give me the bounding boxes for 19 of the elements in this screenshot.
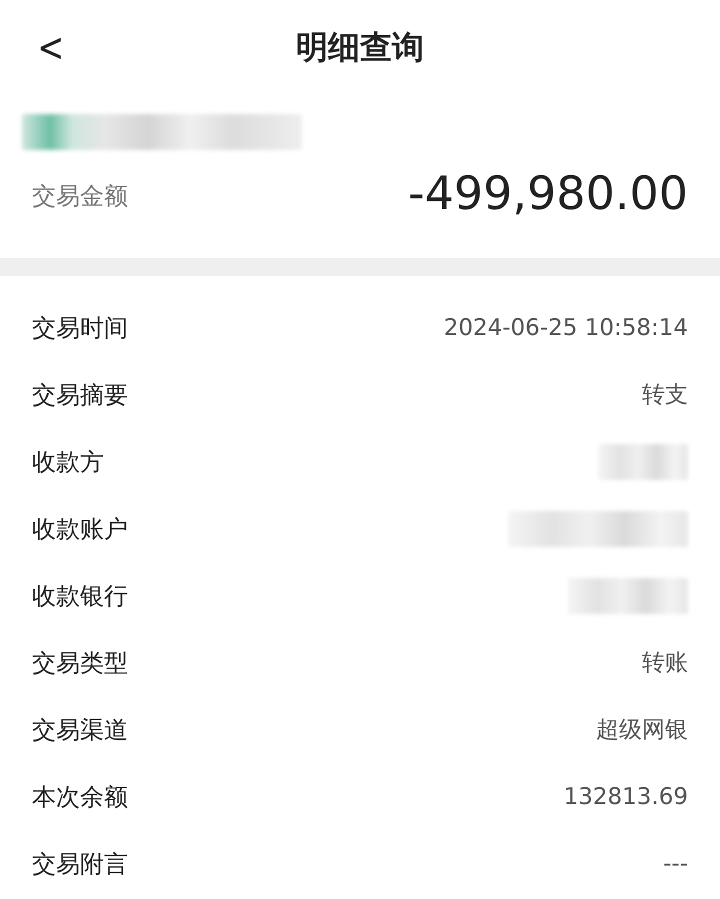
detail-label: 交易摘要 (32, 380, 128, 410)
back-button[interactable]: < (32, 26, 69, 70)
detail-label: 收款账户 (32, 514, 128, 544)
detail-value: 转支 (642, 381, 688, 410)
detail-value: 132813.69 (564, 784, 688, 810)
detail-value: 转账 (642, 649, 688, 678)
detail-label: 交易时间 (32, 312, 128, 344)
detail-label: 收款方 (32, 446, 104, 478)
detail-label: 交易类型 (32, 648, 128, 678)
page-title: 明细查询 (296, 27, 424, 68)
amount-value: -499,980.00 (408, 166, 688, 220)
amount-label: 交易金额 (32, 181, 128, 212)
detail-label: 收款银行 (32, 580, 128, 612)
detail-value: 2024-06-25 10:58:14 (444, 314, 688, 340)
detail-value: --- (663, 850, 688, 876)
detail-value: 超级网银 (596, 716, 688, 745)
detail-label: 本次余额 (32, 782, 128, 812)
detail-label: 交易附言 (32, 848, 128, 880)
detail-label: 交易渠道 (32, 714, 128, 746)
